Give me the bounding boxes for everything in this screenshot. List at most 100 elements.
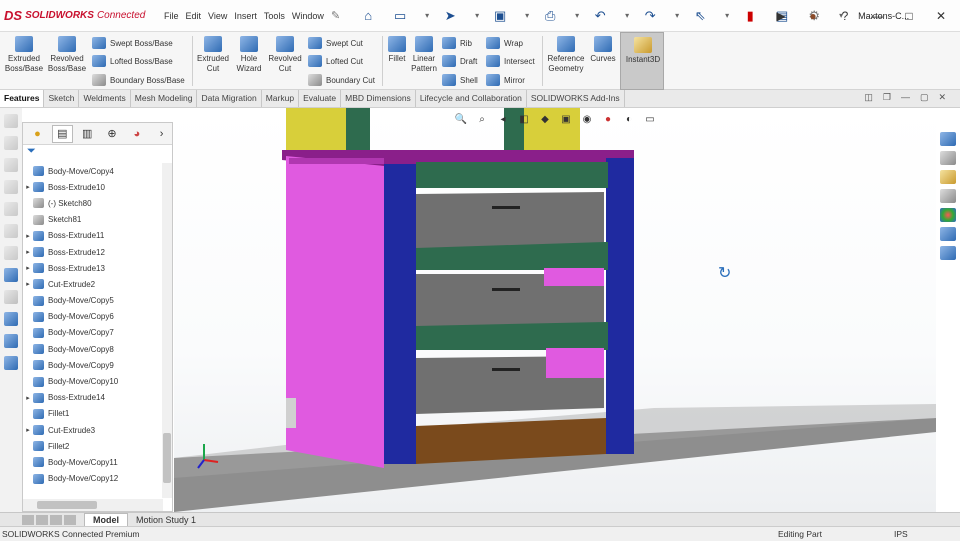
- print-dropdown-icon[interactable]: ▾: [570, 6, 584, 26]
- expand-arrow-icon[interactable]: ▸: [23, 232, 33, 240]
- revolved-cut-button[interactable]: Revolved Cut: [266, 36, 304, 74]
- view-settings-icon[interactable]: ▭: [641, 112, 659, 126]
- app-logo[interactable]: DS SOLIDWORKS Connected: [4, 8, 154, 23]
- more-tabs-chevron-icon[interactable]: ›: [151, 125, 172, 143]
- expand-arrow-icon[interactable]: ▸: [23, 280, 33, 288]
- smart-dimension-icon[interactable]: [4, 136, 18, 150]
- tree-item[interactable]: Fillet1: [23, 406, 163, 422]
- circle-tool-icon[interactable]: [4, 202, 18, 216]
- display-style-icon[interactable]: ▣: [557, 112, 575, 126]
- maximize-icon[interactable]: □: [898, 6, 920, 26]
- section-view-icon[interactable]: ◧: [515, 112, 533, 126]
- expand-arrow-icon[interactable]: ▸: [23, 183, 33, 191]
- tree-item[interactable]: ▸ Boss-Extrude12: [23, 244, 163, 260]
- graphics-area[interactable]: ↻: [174, 108, 936, 512]
- tree-item[interactable]: Body-Move/Copy6: [23, 309, 163, 325]
- hide-show-icon[interactable]: ◉: [578, 112, 596, 126]
- cabinet-model[interactable]: ↻: [174, 108, 936, 512]
- tree-item[interactable]: Body-Move/Copy10: [23, 373, 163, 389]
- tree-item[interactable]: Body-Move/Copy12: [23, 471, 163, 487]
- save-icon[interactable]: ▣: [488, 6, 512, 26]
- hole-wizard-button[interactable]: Hole Wizard: [232, 36, 266, 74]
- scroll-thumb[interactable]: [163, 433, 171, 483]
- arc-tool-icon[interactable]: [4, 224, 18, 238]
- appearances-icon[interactable]: [940, 208, 956, 222]
- zoom-to-fit-icon[interactable]: 🔍: [452, 112, 470, 126]
- display-manager-icon[interactable]: ●: [27, 125, 48, 143]
- help-icon[interactable]: ?: [834, 6, 856, 26]
- tab-model[interactable]: Model: [84, 512, 128, 527]
- spline-tool-icon[interactable]: [4, 246, 18, 260]
- close-icon[interactable]: ✕: [930, 6, 952, 26]
- prev-tab-icon[interactable]: [36, 514, 48, 525]
- tree-item[interactable]: Sketch81: [23, 212, 163, 228]
- tree-item[interactable]: ▸ Boss-Extrude10: [23, 179, 163, 195]
- tree-item[interactable]: Body-Move/Copy8: [23, 341, 163, 357]
- solidworks-forum-icon[interactable]: [940, 246, 956, 260]
- tree-item[interactable]: ▸ Cut-Extrude3: [23, 422, 163, 438]
- last-tab-icon[interactable]: [64, 514, 76, 525]
- fillet-button[interactable]: Fillet: [384, 36, 410, 64]
- instant3d-button[interactable]: Instant3D: [620, 32, 664, 90]
- intersect-button[interactable]: Intersect: [486, 55, 535, 67]
- tab-markup[interactable]: Markup: [262, 90, 300, 107]
- tab-mesh-modeling[interactable]: Mesh Modeling: [131, 90, 198, 107]
- trim-tool-icon[interactable]: [4, 268, 18, 282]
- tile-icon[interactable]: ◫: [864, 92, 873, 103]
- solidworks-resources-icon[interactable]: [940, 132, 956, 146]
- menu-tools[interactable]: Tools: [264, 11, 285, 21]
- offset-tool-icon[interactable]: [4, 312, 18, 326]
- doc-close-icon[interactable]: ✕: [938, 92, 946, 103]
- tab-addins[interactable]: SOLIDWORKS Add-Ins: [527, 90, 625, 107]
- linear-pattern-button[interactable]: Linear Pattern: [410, 36, 438, 74]
- new-document-icon[interactable]: ▭: [388, 6, 412, 26]
- lofted-cut-button[interactable]: Lofted Cut: [308, 55, 363, 67]
- swept-cut-button[interactable]: Swept Cut: [308, 37, 363, 49]
- boundary-cut-button[interactable]: Boundary Cut: [308, 74, 375, 86]
- convert-tool-icon[interactable]: [4, 290, 18, 304]
- tree-horizontal-scrollbar[interactable]: [23, 499, 163, 511]
- tab-motion-study[interactable]: Motion Study 1: [128, 514, 204, 526]
- draft-button[interactable]: Draft: [442, 55, 477, 67]
- view-orientation-icon[interactable]: ◆: [536, 112, 554, 126]
- extruded-boss-button[interactable]: Extruded Boss/Base: [4, 36, 44, 74]
- tree-item[interactable]: (-) Sketch80: [23, 195, 163, 211]
- custom-properties-icon[interactable]: [940, 227, 956, 241]
- tree-item[interactable]: ▸ Cut-Extrude2: [23, 276, 163, 292]
- minimize-icon[interactable]: —: [866, 6, 888, 26]
- undo-dropdown-icon[interactable]: ▾: [620, 6, 634, 26]
- menu-window[interactable]: Window: [292, 11, 324, 21]
- first-tab-icon[interactable]: [22, 514, 34, 525]
- print-icon[interactable]: ⎙: [538, 6, 562, 26]
- expand-arrow-icon[interactable]: ▸: [23, 248, 33, 256]
- status-units[interactable]: IPS: [894, 529, 908, 539]
- reference-geometry-button[interactable]: Reference Geometry: [545, 36, 587, 74]
- revolved-boss-button[interactable]: Revolved Boss/Base: [46, 36, 88, 74]
- extruded-cut-button[interactable]: Extruded Cut: [194, 36, 232, 74]
- user-avatar-icon[interactable]: ●: [802, 6, 824, 26]
- tab-features[interactable]: Features: [0, 90, 45, 107]
- tab-weldments[interactable]: Weldments: [79, 90, 131, 107]
- tab-evaluate[interactable]: Evaluate: [299, 90, 342, 107]
- h-scroll-thumb[interactable]: [37, 501, 97, 509]
- command-search-icon[interactable]: ▶: [770, 6, 792, 26]
- file-explorer-icon[interactable]: [940, 170, 956, 184]
- save-dropdown-icon[interactable]: ▾: [520, 6, 534, 26]
- tab-data-migration[interactable]: Data Migration: [197, 90, 262, 107]
- tree-item[interactable]: Body-Move/Copy11: [23, 454, 163, 470]
- curves-button[interactable]: Curves: [588, 36, 618, 64]
- lofted-boss-button[interactable]: Lofted Boss/Base: [92, 55, 173, 67]
- apply-scene-icon[interactable]: ◐: [620, 112, 638, 126]
- undo-icon[interactable]: ↶: [588, 6, 612, 26]
- pattern-entities-icon[interactable]: [4, 356, 18, 370]
- restore-icon[interactable]: ❐: [883, 92, 891, 103]
- tree-item[interactable]: Fillet2: [23, 438, 163, 454]
- property-manager-icon[interactable]: ▥: [77, 125, 98, 143]
- expand-arrow-icon[interactable]: ▸: [23, 394, 33, 402]
- shell-button[interactable]: Shell: [442, 74, 478, 86]
- view-palette-icon[interactable]: [940, 189, 956, 203]
- redo-icon[interactable]: ↷: [638, 6, 662, 26]
- feature-tree-icon[interactable]: ▤: [51, 124, 73, 143]
- line-tool-icon[interactable]: [4, 158, 18, 172]
- tree-item[interactable]: ▸ Boss-Extrude14: [23, 390, 163, 406]
